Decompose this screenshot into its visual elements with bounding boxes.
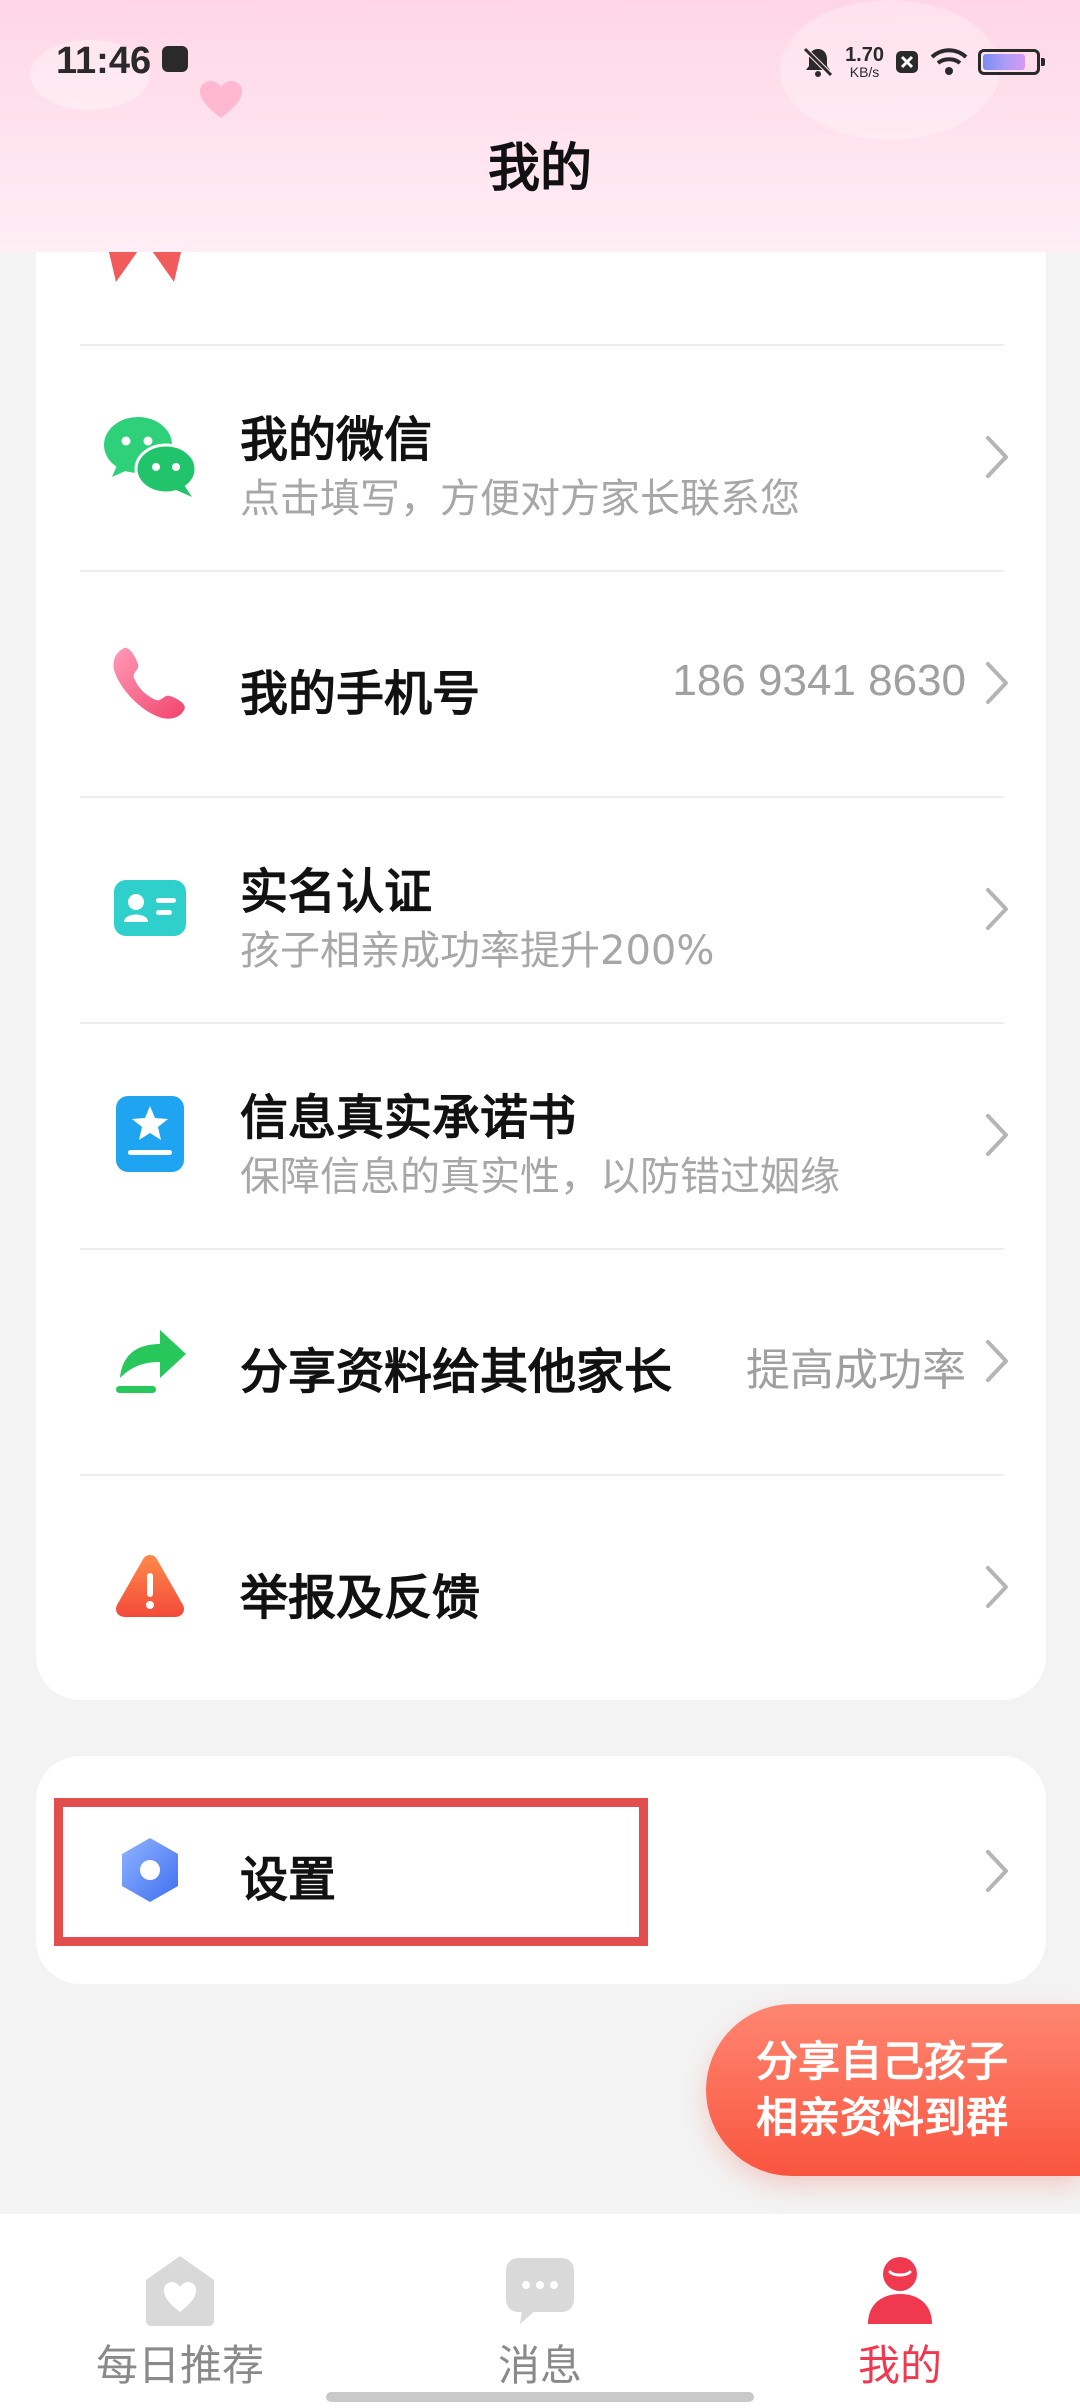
menu-item-title: 我的手机号 (240, 666, 481, 722)
bottom-nav: 每日推荐 消息 我的 (0, 2214, 1080, 2408)
sim-off-icon (896, 51, 918, 73)
profile-icon (868, 2257, 932, 2324)
chevron-right-icon (986, 888, 1008, 930)
divider (80, 1022, 1004, 1024)
phone-icon (100, 632, 200, 732)
highlight-box (54, 1798, 648, 1946)
status-time: 11:46 (56, 40, 152, 82)
tab-daily-recommend[interactable]: 每日推荐 (0, 2214, 360, 2408)
net-speed-unit: KB/s (849, 64, 880, 80)
menu-item-wechat[interactable]: 我的微信 点击填写，方便对方家长联系您 (36, 344, 1046, 570)
menu-item-hint: 提高成功率 (746, 1346, 966, 1395)
menu-item-share-profile[interactable]: 分享资料给其他家长 提高成功率 (36, 1248, 1046, 1474)
chevron-right-icon (986, 662, 1008, 704)
divider (80, 1248, 1004, 1250)
settings-card: 设置 (36, 1756, 1046, 1984)
menu-item-report[interactable]: 举报及反馈 (36, 1474, 1046, 1700)
chevron-right-icon (986, 1340, 1008, 1382)
tab-messages[interactable]: 消息 (360, 2214, 720, 2408)
pledge-icon (100, 1084, 200, 1184)
share-to-group-button[interactable]: 分享自己孩子 相亲资料到群 (706, 2004, 1080, 2176)
message-icon (506, 2258, 574, 2324)
divider (80, 796, 1004, 798)
menu-item-real-name[interactable]: 实名认证 孩子相亲成功率提升200% (36, 796, 1046, 1022)
wifi-icon (930, 48, 968, 75)
menu-item-title: 举报及反馈 (240, 1570, 481, 1626)
battery-icon (978, 49, 1045, 75)
id-card-icon (100, 858, 200, 958)
divider (80, 1474, 1004, 1476)
menu-item-pledge[interactable]: 信息真实承诺书 保障信息的真实性，以防错过姻缘 (36, 1022, 1046, 1248)
menu-item-subtitle: 孩子相亲成功率提升200% (240, 928, 715, 974)
bell-off-icon (803, 47, 833, 77)
menu-item-title: 信息真实承诺书 (240, 1090, 577, 1146)
tab-label: 我的 (857, 2341, 942, 2390)
menu-item-phone[interactable]: 我的手机号 186 9341 8630 (36, 570, 1046, 796)
chevron-right-icon (986, 436, 1008, 478)
tab-label: 消息 (497, 2341, 582, 2390)
page-title: 我的 (487, 139, 592, 199)
net-speed: 1.70 KB/s (845, 45, 884, 79)
divider (80, 570, 1004, 572)
header: 11:46 1.70 KB/s 我的 (0, 0, 1080, 252)
share-button-line2: 相亲资料到群 (756, 2093, 1009, 2142)
menu-item-title: 分享资料给其他家长 (240, 1344, 673, 1400)
status-bar: 11:46 1.70 KB/s (0, 0, 1080, 120)
tab-label: 每日推荐 (95, 2341, 264, 2390)
notification-app-icon (162, 46, 188, 72)
home-heart-icon (146, 2256, 214, 2326)
share-button-line1: 分享自己孩子 (756, 2037, 1009, 2086)
tab-mine[interactable]: 我的 (720, 2214, 1080, 2408)
chevron-right-icon (986, 1566, 1008, 1608)
menu-item-title: 我的微信 (240, 412, 433, 468)
wechat-icon (100, 406, 200, 506)
home-indicator (326, 2392, 754, 2402)
chevron-right-icon (986, 1114, 1008, 1156)
report-icon (100, 1536, 200, 1636)
menu-item-title: 实名认证 (240, 864, 433, 920)
profile-menu-card: 我的微信 点击填写，方便对方家长联系您 我的手机号 186 9341 8630 (36, 180, 1046, 1700)
net-speed-value: 1.70 (845, 44, 884, 66)
share-icon (100, 1310, 200, 1410)
menu-item-subtitle: 保障信息的真实性，以防错过姻缘 (240, 1154, 840, 1200)
bow-icon (108, 248, 182, 282)
divider (80, 344, 1004, 346)
menu-item-subtitle: 点击填写，方便对方家长联系您 (240, 476, 800, 522)
chevron-right-icon (986, 1850, 1008, 1892)
phone-number: 186 9341 8630 (672, 656, 966, 705)
